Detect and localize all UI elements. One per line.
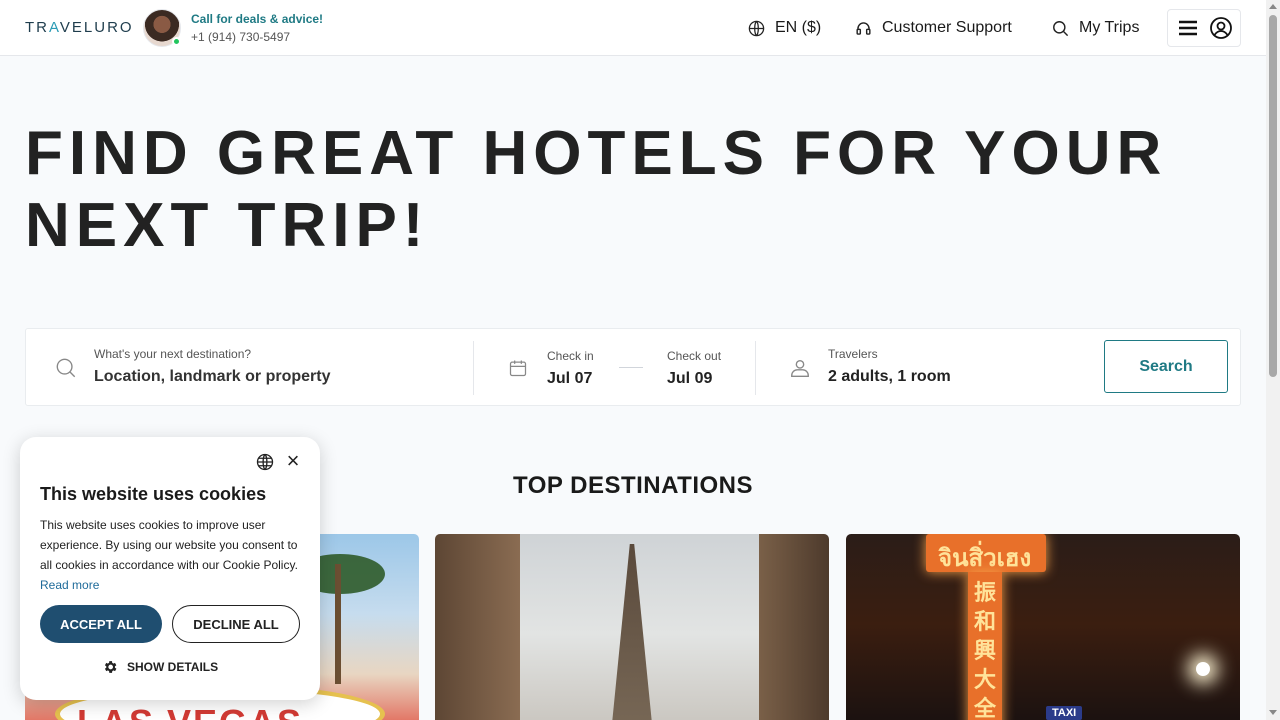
- building-right: [759, 534, 829, 720]
- hero-title: FIND GREAT HOTELS FOR YOUR NEXT TRIP!: [25, 119, 1168, 260]
- divider: [755, 341, 756, 395]
- destination-input[interactable]: Location, landmark or property: [94, 368, 330, 386]
- phone-number[interactable]: +1 (914) 730-5497: [191, 30, 290, 44]
- hamburger-icon: [1178, 20, 1197, 36]
- calendar-icon: [509, 360, 527, 377]
- check-out-label: Check out: [667, 349, 722, 363]
- cookie-title: This website uses cookies: [40, 484, 267, 504]
- scroll-thumb[interactable]: [1269, 15, 1277, 377]
- destination-label: What's your next destination?: [94, 347, 252, 361]
- check-out-date[interactable]: Jul 09: [667, 370, 712, 388]
- accept-all-button[interactable]: ACCEPT ALL: [40, 605, 162, 643]
- eiffel-tower: [610, 544, 654, 720]
- street-light: [1196, 662, 1210, 676]
- customer-support-link[interactable]: Customer Support: [854, 17, 1012, 39]
- show-details-label: SHOW DETAILS: [127, 660, 219, 674]
- scroll-up-arrow-icon[interactable]: [1269, 4, 1277, 9]
- account-icon: [1209, 17, 1232, 39]
- search-icon: [1053, 20, 1069, 36]
- neon-vertical-text: 振和興大全: [973, 580, 996, 720]
- cookie-text: This website uses cookies to improve use…: [40, 515, 302, 595]
- globe-icon: [748, 20, 765, 36]
- hotel-search-bar: What's your next destination? Location, …: [25, 328, 1241, 406]
- date-range-dash: [619, 367, 643, 368]
- customer-support-label: Customer Support: [882, 19, 1012, 36]
- building-left: [435, 534, 520, 720]
- divider: [473, 341, 474, 395]
- gear-icon: [104, 661, 117, 673]
- person-icon: [791, 359, 809, 377]
- my-trips-label: My Trips: [1079, 19, 1140, 36]
- palm-trunk: [335, 564, 341, 684]
- scroll-down-arrow-icon[interactable]: [1269, 710, 1277, 715]
- call-for-deals-text[interactable]: Call for deals & advice!: [191, 12, 323, 26]
- cookie-consent-dialog: × This website uses cookies This website…: [20, 437, 320, 700]
- close-icon[interactable]: ×: [284, 450, 302, 472]
- decline-all-button[interactable]: DECLINE ALL: [172, 605, 300, 643]
- destination-card-bangkok[interactable]: จินสิ่วเฮง 振和興大全 TAXI: [846, 534, 1240, 720]
- traveluro-logo[interactable]: TRAVELURO: [25, 19, 134, 36]
- account-menu-button[interactable]: [1167, 9, 1241, 47]
- my-trips-link[interactable]: My Trips: [1051, 17, 1139, 39]
- read-more-link[interactable]: Read more: [40, 578, 99, 592]
- search-icon: [56, 358, 76, 378]
- language-label: EN ($): [775, 19, 822, 36]
- show-details-button[interactable]: SHOW DETAILS: [102, 659, 218, 675]
- travelers-label: Travelers: [828, 347, 878, 361]
- site-header: TRAVELURO Call for deals & advice! +1 (9…: [0, 0, 1266, 56]
- check-in-label: Check in: [547, 349, 594, 363]
- check-in-date[interactable]: Jul 07: [547, 370, 592, 388]
- page-scrollbar[interactable]: [1266, 0, 1280, 720]
- travelers-selector[interactable]: 2 adults, 1 room: [828, 368, 951, 386]
- cookie-body-text: This website uses cookies to improve use…: [40, 518, 298, 572]
- logo-text-suffix: VELURO: [59, 19, 134, 36]
- globe-icon[interactable]: [255, 452, 275, 472]
- logo-text-prefix: TR: [25, 19, 49, 36]
- online-status-dot: [172, 37, 181, 46]
- headset-icon: [856, 21, 871, 35]
- taxi-sign: TAXI: [1046, 706, 1083, 720]
- vegas-sign-text: LAS VEGAS: [77, 702, 303, 720]
- destination-card-paris[interactable]: [435, 534, 829, 720]
- logo-text-accent: A: [49, 19, 60, 36]
- search-button[interactable]: Search: [1104, 340, 1228, 393]
- language-currency-selector[interactable]: EN ($): [747, 17, 821, 39]
